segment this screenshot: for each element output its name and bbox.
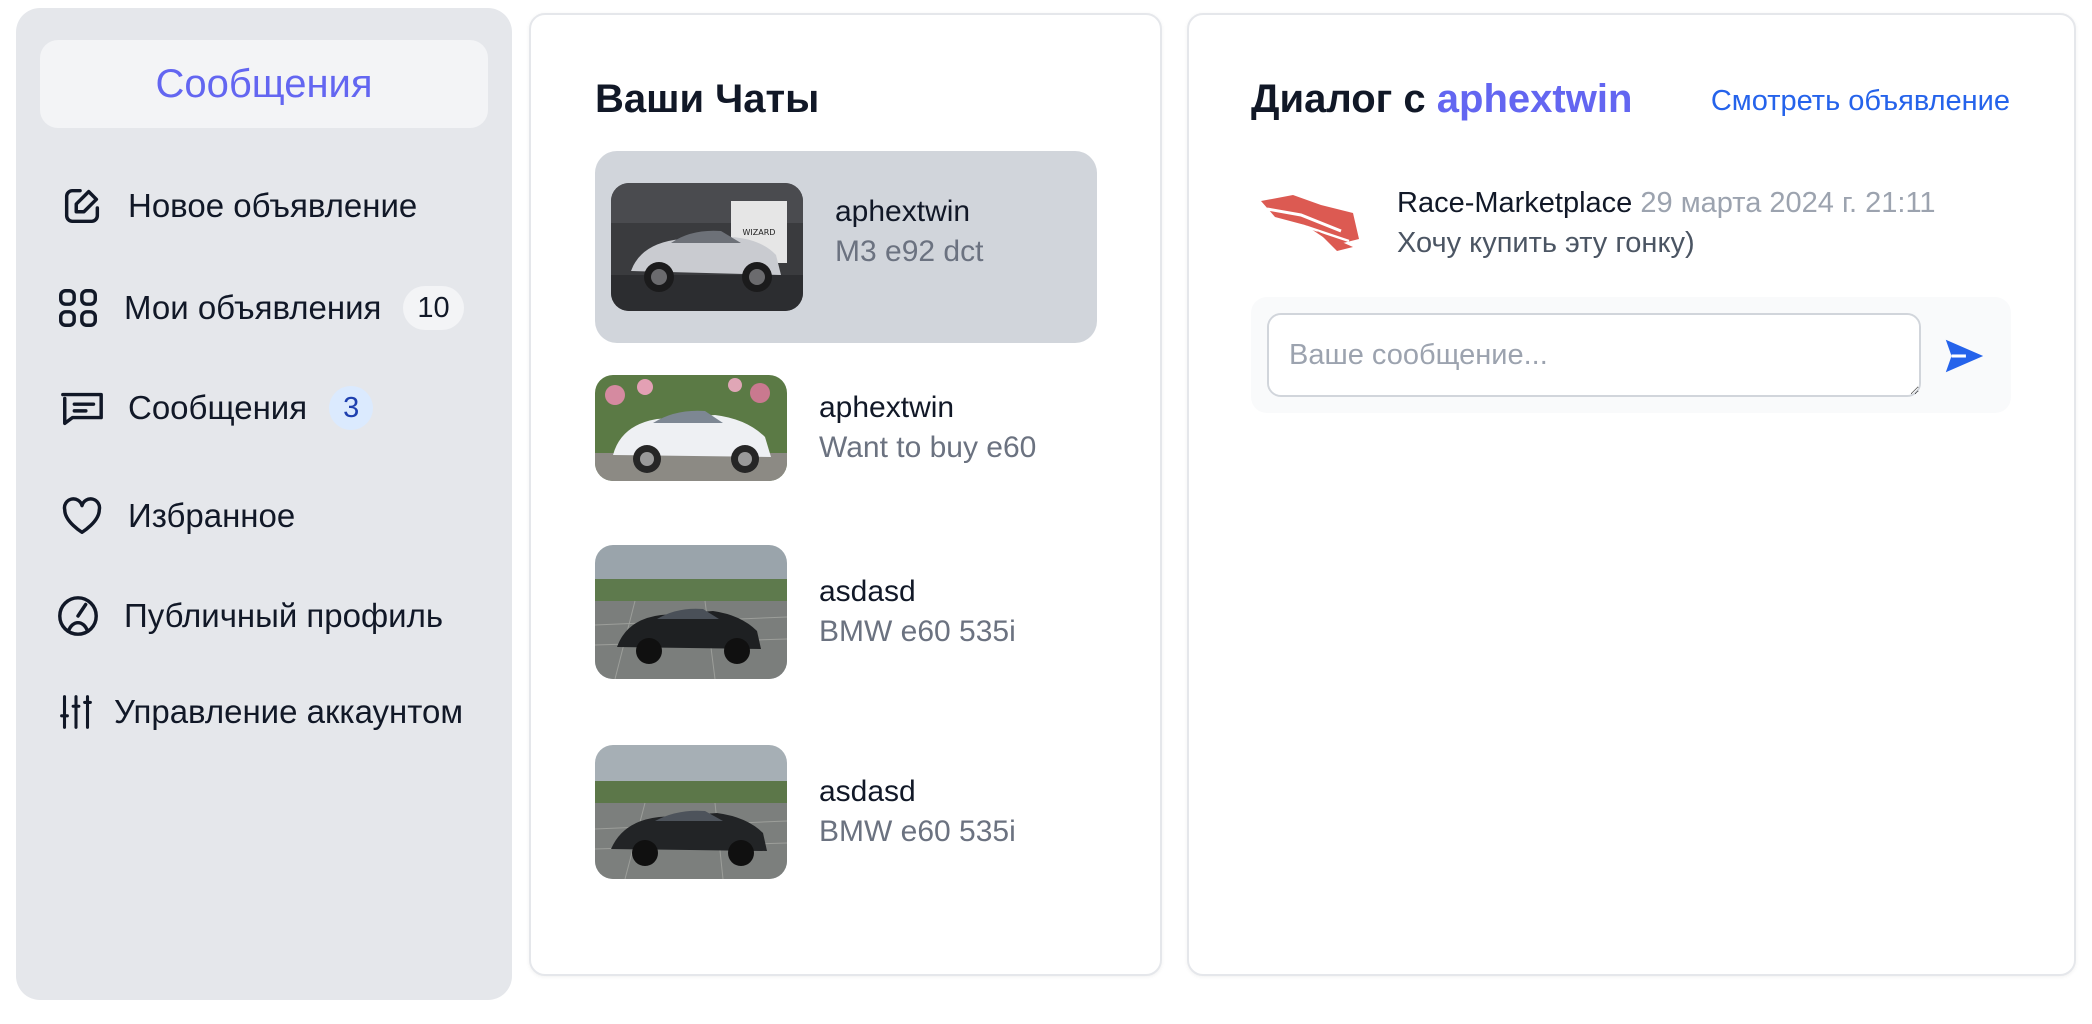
sidebar-item-new-listing[interactable]: Новое объявление [58, 182, 417, 230]
dialog-title-prefix: Диалог с [1251, 77, 1426, 121]
dialog-username-link[interactable]: aphextwin [1437, 77, 1633, 121]
chat-name: asdasd [819, 575, 916, 608]
sidebar: Сообщения Новое объявление Мои объявлени… [16, 8, 512, 1000]
chat-item[interactable]: asdasd BMW e60 535i [595, 745, 1097, 881]
chat-name: aphextwin [835, 195, 971, 228]
message-input[interactable] [1267, 313, 1921, 397]
sidebar-item-label: Публичный профиль [124, 597, 444, 634]
chat-name: aphextwin [819, 391, 955, 424]
listings-count-badge: 10 [403, 286, 464, 330]
send-button[interactable] [1939, 331, 1989, 381]
sidebar-item-label: Мои объявления [124, 289, 382, 326]
page: Сообщения Новое объявление Мои объявлени… [0, 0, 2092, 1024]
sidebar-item-label: Избранное [128, 497, 296, 534]
messages-count-badge: 3 [329, 386, 374, 430]
sidebar-item-account-settings[interactable]: Управление аккаунтом [52, 688, 463, 736]
view-listing-link[interactable]: Смотреть объявление [1711, 85, 2010, 118]
send-icon [1945, 339, 1984, 373]
svg-text:WIZARD: WIZARD [743, 228, 776, 237]
race-marketplace-logo-icon [1257, 187, 1361, 263]
chat-item[interactable]: asdasd BMW e60 535i [595, 545, 1097, 681]
chats-panel: Ваши Чаты WIZARD aphextwin M3 e92 dct ap… [529, 13, 1162, 976]
chat-thumbnail: WIZARD [611, 183, 803, 311]
sidebar-header: Сообщения [40, 40, 488, 128]
message-sender: Race-Marketplace [1397, 187, 1633, 219]
profile-icon [54, 592, 102, 640]
chat-item[interactable]: aphextwin Want to buy e60 [595, 375, 1097, 483]
dialog-panel: Диалог с aphextwin Смотреть объявление R… [1187, 13, 2076, 976]
message-header: Race-Marketplace 29 марта 2024 г. 21:11 [1397, 187, 1936, 220]
message-text: Хочу купить эту гонку) [1397, 227, 1695, 259]
chat-subtitle: BMW e60 535i [819, 615, 1016, 648]
sidebar-item-public-profile[interactable]: Публичный профиль [54, 592, 443, 640]
message-icon [58, 384, 106, 432]
grid-icon [54, 284, 102, 332]
chat-thumbnail [595, 375, 787, 481]
chat-subtitle: BMW e60 535i [819, 815, 1016, 848]
dialog-title: Диалог с aphextwin [1251, 77, 1632, 122]
message-compose [1251, 297, 2011, 413]
chat-subtitle: Want to buy e60 [819, 431, 1037, 464]
sidebar-item-label: Управление аккаунтом [114, 693, 464, 730]
chat-thumbnail [595, 745, 787, 879]
sidebar-item-messages[interactable]: Сообщения 3 [58, 384, 374, 432]
chats-title: Ваши Чаты [595, 77, 820, 121]
sidebar-item-label: Сообщения [128, 389, 308, 426]
chat-item[interactable]: WIZARD aphextwin M3 e92 dct [595, 151, 1097, 343]
heart-icon [58, 492, 106, 540]
chat-subtitle: M3 e92 dct [835, 235, 984, 268]
chat-name: asdasd [819, 775, 916, 808]
sidebar-item-my-listings[interactable]: Мои объявления 10 [54, 284, 464, 332]
edit-square-icon [58, 182, 106, 230]
sidebar-item-favorites[interactable]: Избранное [58, 492, 295, 540]
sidebar-item-label: Новое объявление [128, 187, 418, 224]
sliders-icon [52, 688, 100, 736]
chat-thumbnail [595, 545, 787, 679]
message-timestamp: 29 марта 2024 г. 21:11 [1640, 187, 1936, 219]
